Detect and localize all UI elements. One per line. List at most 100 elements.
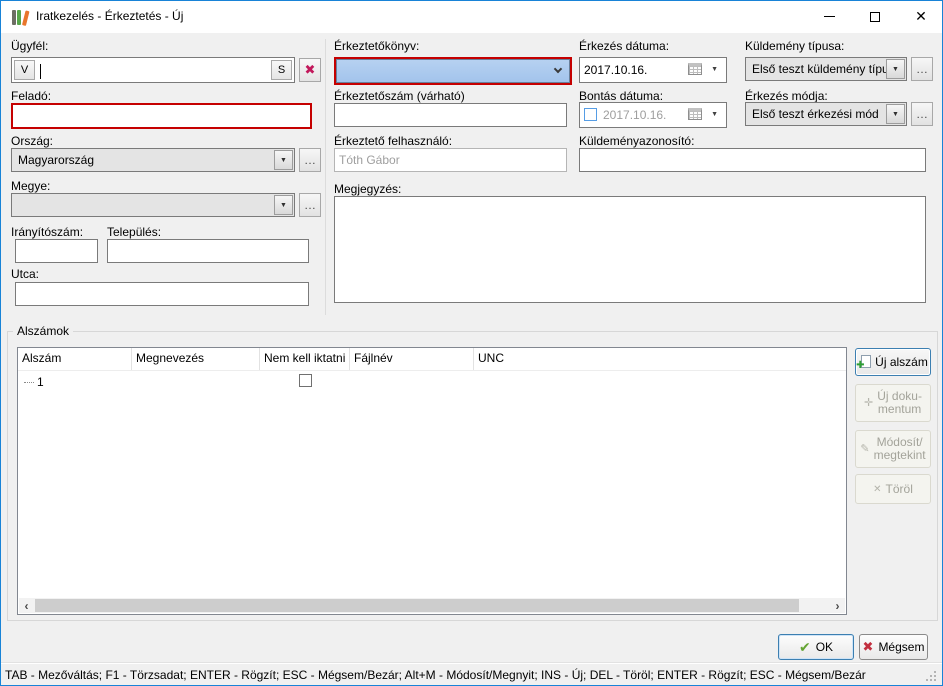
dropdown-arrow-icon: ▼ — [892, 66, 899, 73]
iranyitoszam-label: Irányítószám: — [11, 225, 83, 239]
erkezteto-felhasznalo-input — [334, 148, 567, 172]
kuldemeny-tipusa-dropdown-button[interactable]: ▼ — [886, 59, 905, 79]
horizontal-scrollbar[interactable]: ‹ › — [19, 598, 845, 613]
bontas-datuma-value: 2017.10.16. — [603, 108, 666, 122]
erkezes-datuma-picker[interactable]: 2017.10.16. ▼ — [579, 57, 727, 83]
orszag-value: Magyarország — [18, 153, 94, 167]
ugyfel-v-button[interactable]: V — [14, 60, 35, 80]
erkeztetokonyv-selection-fill — [336, 59, 570, 83]
row-alszam-cell: 1 — [24, 375, 44, 389]
alszamok-group-title: Alszámok — [13, 324, 73, 338]
column-header-alszam[interactable]: Alszám — [18, 348, 132, 370]
scroll-left-icon: ‹ — [25, 599, 29, 613]
erkezes-datuma-value: 2017.10.16. — [584, 63, 647, 77]
status-bar: TAB - Mezőváltás; F1 - Törzsadat; ENTER … — [1, 664, 942, 686]
erkeztetokonyv-label: Érkeztetőkönyv: — [334, 39, 419, 53]
bontas-datuma-checkbox[interactable] — [584, 108, 597, 121]
column-divider — [325, 39, 326, 315]
uj-alszam-button[interactable]: ✚ Új alszám — [855, 348, 931, 376]
orszag-combobox[interactable]: Magyarország ▼ — [11, 148, 295, 172]
torol-label: Töröl — [886, 483, 913, 496]
ellipsis-icon: … — [916, 107, 928, 121]
app-window: Iratkezelés - Érkeztetés - Új ✕ Ügyfél: … — [0, 0, 943, 686]
erkezes-datuma-label: Érkezés dátuma: — [579, 39, 669, 53]
megye-more-button[interactable]: … — [299, 193, 321, 217]
telepules-input[interactable] — [107, 239, 309, 263]
column-header-unc[interactable]: UNC — [474, 348, 844, 370]
ok-button[interactable]: ✔ OK — [778, 634, 854, 660]
scroll-left-button[interactable]: ‹ — [19, 598, 34, 613]
minimize-icon — [824, 16, 835, 17]
column-header-nem-kell-iktatni[interactable]: Nem kell iktatni — [260, 348, 350, 370]
utca-input[interactable] — [15, 282, 309, 306]
modosit-megtekint-label: Módosít/megtekint — [874, 436, 926, 462]
calendar-icon — [688, 63, 702, 75]
alszamok-table[interactable]: Alszám Megnevezés Nem kell iktatni Fájln… — [17, 347, 847, 615]
scrollbar-thumb[interactable] — [35, 599, 799, 612]
column-header-megnevezes[interactable]: Megnevezés — [132, 348, 260, 370]
erkezes-modja-label: Érkezés módja: — [745, 89, 828, 103]
megye-combobox[interactable]: ▼ — [11, 193, 295, 217]
row-nem-kell-iktatni-checkbox[interactable] — [299, 374, 312, 387]
ellipsis-icon: … — [304, 153, 316, 167]
date-dropdown-icon[interactable]: ▼ — [711, 66, 718, 73]
pencil-icon: ✎ — [860, 443, 869, 456]
bontas-datuma-label: Bontás dátuma: — [579, 89, 663, 103]
uj-dokumentum-button: ✛ Új doku-mentum — [855, 384, 931, 422]
date-dropdown-icon[interactable]: ▼ — [711, 111, 718, 118]
orszag-label: Ország: — [11, 134, 53, 148]
close-button[interactable]: ✕ — [898, 1, 943, 32]
minimize-button[interactable] — [806, 1, 852, 32]
resize-grip[interactable] — [934, 679, 936, 681]
erkeztetoszam-label: Érkeztetőszám (várható) — [334, 89, 465, 103]
ugyfel-s-button[interactable]: S — [271, 60, 292, 80]
kuldemeny-tipusa-more-button[interactable]: … — [911, 57, 933, 81]
ugyfel-composite-field: V S — [11, 57, 295, 83]
orszag-dropdown-button[interactable]: ▼ — [274, 150, 293, 170]
kuldemenyazonosito-input[interactable] — [579, 148, 926, 172]
column-header-fajlnev[interactable]: Fájlnév — [350, 348, 474, 370]
window-title: Iratkezelés - Érkeztetés - Új — [36, 9, 183, 23]
modosit-megtekint-button: ✎ Módosít/megtekint — [855, 430, 931, 468]
megye-label: Megye: — [11, 179, 50, 193]
ugyfel-clear-button[interactable]: ✖ — [299, 58, 321, 82]
delete-x-icon: ✕ — [873, 483, 881, 496]
megye-dropdown-button[interactable]: ▼ — [274, 195, 293, 215]
erkezes-modja-value: Első teszt érkezési mód — [752, 107, 879, 121]
ugyfel-input[interactable] — [37, 60, 269, 80]
megjegyzes-textarea[interactable] — [334, 196, 926, 303]
header-divider — [18, 370, 846, 371]
clear-x-icon: ✖ — [305, 62, 316, 78]
kuldemeny-tipusa-label: Küldemény típusa: — [745, 39, 844, 53]
orszag-more-button[interactable]: … — [299, 148, 321, 172]
erkeztetokonyv-combobox[interactable] — [334, 57, 572, 85]
ok-check-icon: ✔ — [799, 639, 811, 656]
felado-input[interactable] — [11, 103, 312, 129]
text-caret — [40, 64, 41, 79]
dropdown-arrow-icon: ▼ — [892, 111, 899, 118]
kuldemeny-tipusa-combobox[interactable]: Első teszt küldemény típus ▼ — [745, 57, 907, 81]
maximize-button[interactable] — [852, 1, 898, 32]
new-page-plus-icon: ✚ — [858, 355, 871, 369]
cancel-x-icon: ✖ — [863, 639, 874, 655]
felado-label: Feladó: — [11, 89, 51, 103]
erkeztetoszam-input[interactable] — [334, 103, 567, 127]
table-row[interactable]: 1 — [18, 372, 846, 392]
kuldemenyazonosito-label: Küldeményazonosító: — [579, 134, 694, 148]
title-bar: Iratkezelés - Érkeztetés - Új ✕ — [1, 1, 942, 33]
erkezes-modja-combobox[interactable]: Első teszt érkezési mód ▼ — [745, 102, 907, 126]
telepules-label: Település: — [107, 225, 161, 239]
scroll-right-button[interactable]: › — [830, 598, 845, 613]
bontas-datuma-picker[interactable]: 2017.10.16. ▼ — [579, 102, 727, 128]
app-icon — [12, 9, 30, 25]
calendar-icon — [688, 108, 702, 120]
megsem-button[interactable]: ✖ Mégsem — [859, 634, 928, 660]
iranyitoszam-input[interactable] — [15, 239, 98, 263]
uj-alszam-label: Új alszám — [875, 356, 928, 369]
erkezes-modja-more-button[interactable]: … — [911, 102, 933, 126]
kuldemeny-tipusa-value: Első teszt küldemény típus — [752, 62, 895, 76]
doc-plus-icon: ✛ — [864, 397, 873, 410]
erkezes-modja-dropdown-button[interactable]: ▼ — [886, 104, 905, 124]
dropdown-arrow-icon: ▼ — [280, 202, 287, 209]
erkezteto-felhasznalo-label: Érkeztető felhasználó: — [334, 134, 452, 148]
